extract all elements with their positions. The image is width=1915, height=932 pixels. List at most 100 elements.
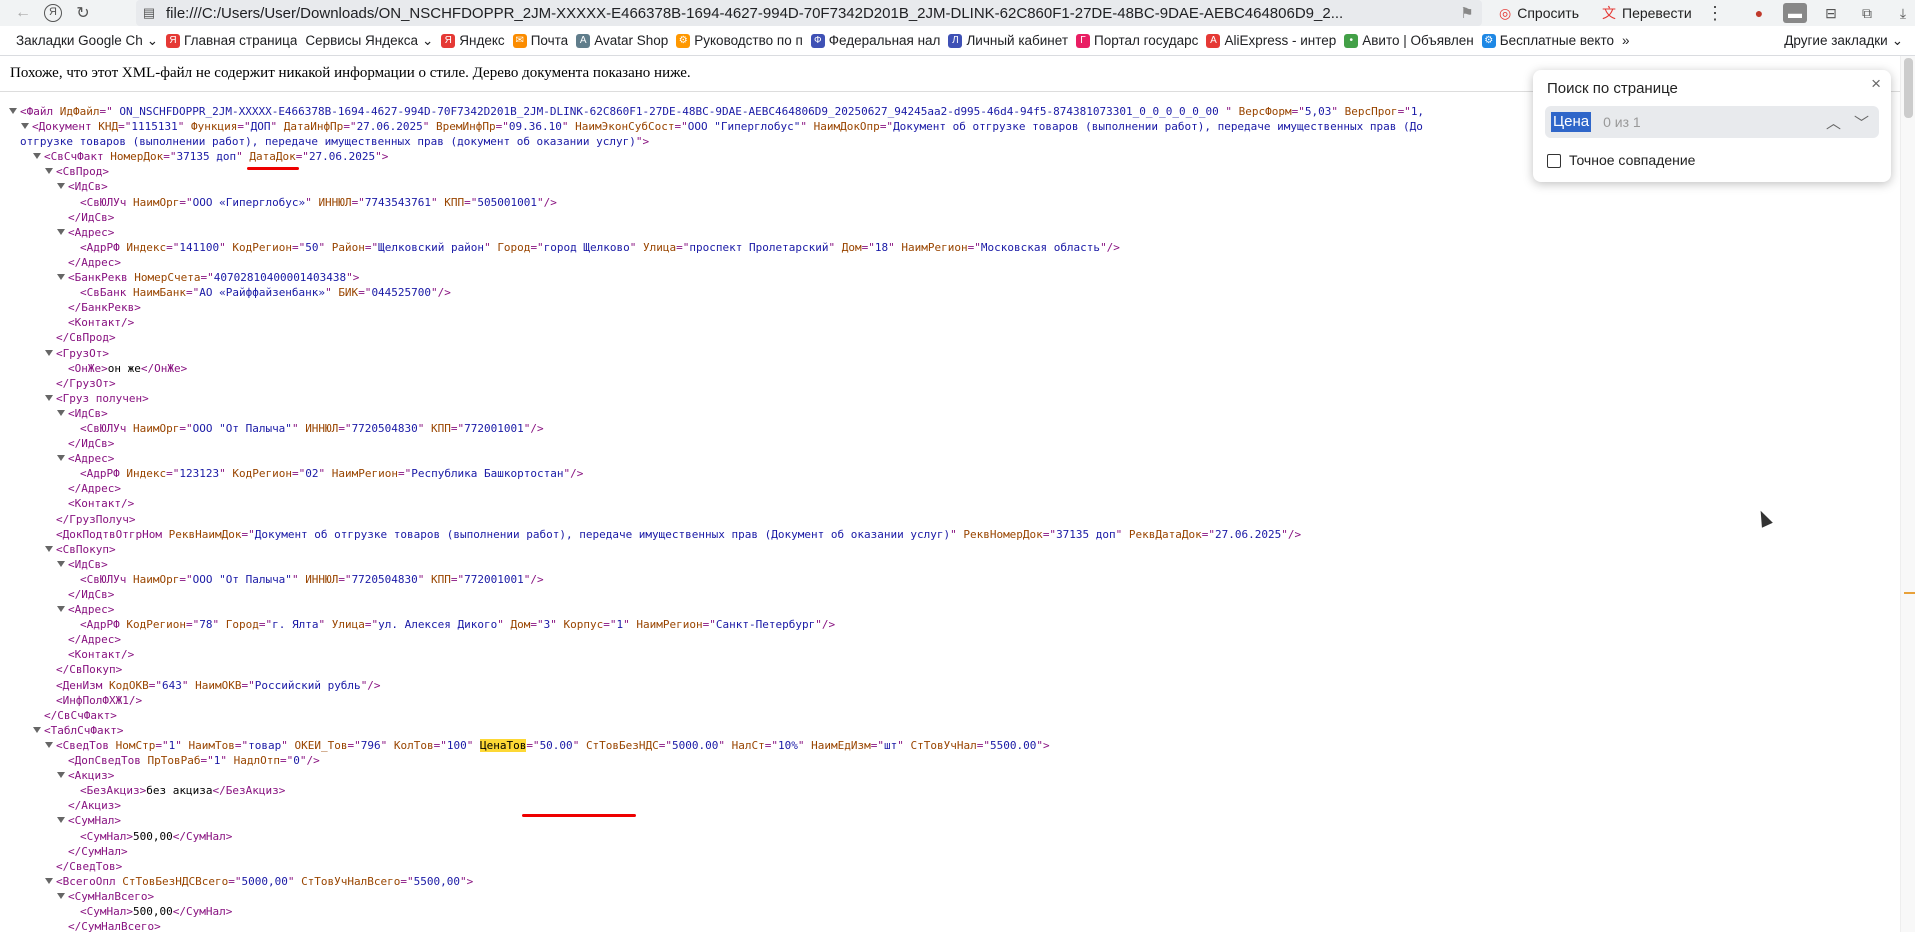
bookmark-favicon-icon: Г — [1076, 33, 1091, 48]
chevron-down-icon[interactable]: ﹀ — [1854, 112, 1869, 133]
xml-token: <Адрес> — [68, 603, 115, 617]
expand-toggle-icon[interactable] — [56, 770, 65, 779]
collections-icon[interactable]: ⧉ — [1855, 3, 1879, 23]
xml-token: " — [888, 240, 902, 254]
bookmark-favicon-icon: ✉ — [512, 33, 527, 48]
expand-toggle-icon[interactable] — [32, 151, 41, 160]
expand-toggle-icon[interactable] — [20, 121, 29, 130]
xml-line: <СумНал>500,00</СумНал> — [8, 829, 1424, 844]
xml-line: </ИдСв> — [8, 436, 1424, 451]
expand-toggle-icon[interactable] — [8, 106, 17, 115]
find-input[interactable]: Цена 0 из 1 ︿ ﹀ — [1545, 106, 1879, 138]
expand-toggle-icon[interactable] — [44, 393, 53, 402]
bookmark-item[interactable]: ⚙ Руководство по п — [676, 33, 803, 48]
bookmark-icon[interactable]: ⚑ — [1452, 4, 1482, 22]
bookmark-item[interactable]: Л Личный кабинет — [948, 33, 1068, 48]
xml-token: " — [828, 240, 842, 254]
xml-token: </ГрузПолуч> — [56, 512, 136, 526]
address-text[interactable]: file:///C:/Users/User/Downloads/ON_NSCHF… — [162, 5, 1452, 22]
other-bookmarks[interactable]: Другие закладки ⌄ — [1784, 33, 1903, 49]
bookmark-item[interactable]: Я Главная страница — [166, 33, 297, 48]
xml-token: =" — [1042, 527, 1057, 541]
xml-line: <СвЮЛУч НаимОрг="ООО "От Палыча"" ИННЮЛ=… — [8, 572, 1424, 587]
xml-token: =" — [450, 421, 465, 435]
xml-token: <СвСчФакт — [44, 150, 111, 164]
xml-tree: <Файл ИдФайл=" ON_NSCHFDOPPR_2JM-XXXXX-E… — [8, 104, 1424, 932]
xml-token: 27.06.2025 — [308, 150, 376, 164]
profile-icon[interactable]: ▬ — [1783, 3, 1807, 23]
expand-toggle-icon[interactable] — [44, 166, 53, 175]
xml-token: 7720504830 — [351, 421, 418, 435]
xml-token: 50 — [305, 240, 319, 254]
xml-token: "> — [460, 874, 474, 888]
bookmark-item[interactable]: A Avatar Shop — [576, 33, 668, 48]
expand-toggle-icon[interactable] — [56, 604, 65, 613]
close-icon[interactable]: × — [1871, 74, 1881, 94]
bookmarks-more[interactable]: » — [1622, 33, 1630, 48]
expand-toggle-icon[interactable] — [56, 891, 65, 900]
xml-line: <Документ КНД="1115131" Функция="ДОП" Да… — [8, 119, 1424, 134]
expand-toggle-icon[interactable] — [56, 181, 65, 190]
expand-toggle-icon[interactable] — [56, 408, 65, 417]
chevron-up-icon[interactable]: ︿ — [1826, 112, 1841, 133]
find-query[interactable]: Цена — [1551, 112, 1592, 132]
xml-token: =" — [364, 618, 379, 632]
xml-token: "/> — [563, 467, 584, 481]
scrollbar-thumb[interactable] — [1904, 58, 1913, 118]
bookmark-item[interactable]: Я Яндекс — [441, 33, 505, 48]
expand-toggle-icon[interactable] — [56, 227, 65, 236]
bookmark-item[interactable]: ⚙ Бесплатные векто — [1481, 33, 1614, 48]
bookmark-item[interactable]: Сервисы Яндекса ⌄ — [305, 33, 433, 49]
xml-token: " — [561, 120, 576, 134]
xml-token: " — [325, 286, 339, 300]
tabs-icon[interactable]: ⊟ — [1819, 3, 1843, 23]
xml-token: ООО "От Палыча" — [192, 421, 292, 435]
bookmark-item[interactable]: Ф Федеральная нал — [810, 33, 940, 48]
expand-toggle-icon[interactable] — [44, 876, 53, 885]
xml-line: <Акциз> — [8, 768, 1424, 783]
bookmarks-folder[interactable]: Закладки Google Ch ⌄ — [16, 33, 158, 49]
exact-match-checkbox[interactable] — [1547, 154, 1561, 168]
xml-token: 5,03 — [1304, 105, 1332, 118]
xml-token: " — [380, 738, 394, 752]
extension-icon[interactable]: ● — [1747, 3, 1771, 23]
xml-token: " — [718, 738, 732, 752]
expand-toggle-icon[interactable] — [56, 453, 65, 462]
bookmark-favicon-icon: Ф — [810, 33, 825, 48]
xml-token: ПрТовРаб — [147, 754, 201, 768]
back-button[interactable]: ← — [8, 0, 38, 26]
menu-button[interactable]: ⋮ — [1706, 0, 1724, 26]
xml-token: "> — [635, 135, 650, 149]
xml-token: <ИдСв> — [68, 406, 108, 420]
bookmark-item[interactable]: ✉ Почта — [512, 33, 568, 48]
xml-token: " — [572, 738, 586, 752]
reload-icon: ↻ — [76, 5, 90, 22]
xml-line: <Контакт/> — [8, 496, 1424, 511]
xml-token: =" — [237, 120, 251, 134]
expand-toggle-icon[interactable] — [44, 348, 53, 357]
xml-token: "/> — [1100, 240, 1120, 254]
expand-toggle-icon[interactable] — [56, 559, 65, 568]
address-bar[interactable]: ▤ file:///C:/Users/User/Downloads/ON_NSC… — [136, 0, 1482, 26]
xml-line: <СвПрод> — [8, 164, 1424, 179]
yandex-button[interactable]: Я — [38, 0, 68, 26]
download-icon[interactable]: ⤓ — [1891, 3, 1915, 23]
xml-token: =" — [870, 738, 885, 752]
translate-button[interactable]: 文 Перевести — [1602, 0, 1692, 26]
bookmark-item[interactable]: • Авито | Объявлен — [1344, 33, 1474, 48]
expand-toggle-icon[interactable] — [44, 544, 53, 553]
xml-token: 37135 доп — [1056, 527, 1116, 541]
bookmark-item[interactable]: Г Портал государс — [1076, 33, 1198, 48]
toolbar-icons: ● ▬ ⊟ ⧉ ⤓ — [1747, 0, 1915, 26]
ask-button[interactable]: ◎ Спросить — [1499, 0, 1579, 26]
expand-toggle-icon[interactable] — [32, 725, 41, 734]
expand-toggle-icon[interactable] — [44, 740, 53, 749]
xml-token: =" — [118, 120, 132, 134]
expand-toggle-icon[interactable] — [56, 272, 65, 281]
xml-token: 18 — [874, 240, 889, 254]
expand-toggle-icon[interactable] — [56, 815, 65, 824]
reload-button[interactable]: ↻ — [68, 0, 98, 26]
xml-token: </СумНал> — [68, 844, 128, 858]
bookmark-item[interactable]: A AliExpress - интер — [1206, 33, 1336, 48]
scrollbar[interactable] — [1900, 56, 1915, 932]
